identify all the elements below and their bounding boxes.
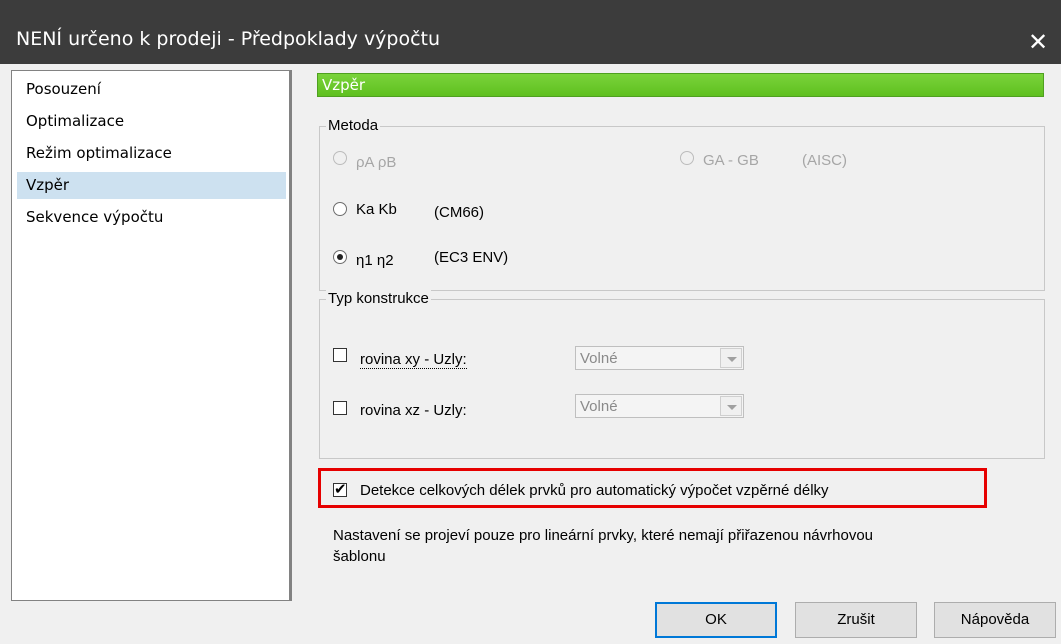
ga-gb-radio[interactable] (680, 151, 694, 165)
note-line-2: šablonu (333, 548, 386, 565)
nav-item-rezim-optimalizace[interactable]: Režim optimalizace (17, 140, 286, 167)
method-group: Metoda (319, 117, 1045, 291)
pa-pb-radio[interactable] (333, 151, 347, 165)
method-legend: Metoda (326, 117, 381, 134)
nav-item-optimalizace[interactable]: Optimalizace (17, 108, 286, 135)
xy-plane-select[interactable]: Volné (575, 346, 744, 370)
xz-plane-label: rovina xz - Uzly: (360, 402, 467, 419)
ka-kb-label: Ka Kb (356, 201, 397, 218)
content-panel: Vzpěr Metoda ρA ρB GA - GB (AISC) Ka Kb … (311, 70, 1059, 601)
note-line-1: Nastavení se projeví pouze pro lineární … (333, 527, 874, 544)
construction-group: Typ konstrukce (319, 290, 1045, 459)
eta-label: η1 η2 (356, 252, 394, 269)
help-button[interactable]: Nápověda (934, 602, 1056, 638)
pa-pb-label: ρA ρB (356, 154, 397, 171)
title-bar: NENÍ určeno k prodeji - Předpoklady výpo… (0, 0, 1061, 64)
section-header: Vzpěr (317, 73, 1044, 97)
chevron-down-icon (720, 396, 742, 416)
nav-item-posouzeni[interactable]: Posouzení (17, 76, 286, 103)
nav-item-vzper[interactable]: Vzpěr (17, 172, 286, 199)
ka-kb-radio[interactable] (333, 202, 347, 216)
nav-item-sekvence-vypoctu[interactable]: Sekvence výpočtu (17, 204, 286, 231)
close-icon[interactable]: ✕ (1015, 20, 1061, 64)
chevron-down-icon (720, 348, 742, 368)
ok-button[interactable]: OK (655, 602, 777, 638)
window-title: NENÍ určeno k prodeji - Předpoklady výpo… (16, 28, 441, 50)
xy-plane-checkbox[interactable] (333, 348, 347, 362)
eta-note: (EC3 ENV) (434, 249, 509, 266)
xz-plane-select[interactable]: Volné (575, 394, 744, 418)
xz-plane-value: Volné (580, 398, 618, 415)
xy-plane-value: Volné (580, 350, 618, 367)
ga-gb-label: GA - GB (703, 152, 759, 169)
settings-nav: Posouzení Optimalizace Režim optimalizac… (11, 70, 292, 601)
cancel-button[interactable]: Zrušit (795, 602, 917, 638)
checkmark-icon: ✔ (334, 480, 347, 498)
detection-label: Detekce celkových délek prvků pro automa… (360, 482, 829, 499)
eta-radio[interactable] (333, 250, 347, 264)
ka-kb-note: (CM66) (434, 204, 485, 221)
xz-plane-checkbox[interactable] (333, 401, 347, 415)
detection-checkbox[interactable]: ✔ (333, 480, 347, 498)
xy-plane-label: rovina xy - Uzly: (360, 351, 467, 369)
ga-gb-note: (AISC) (802, 152, 847, 169)
construction-legend: Typ konstrukce (326, 290, 431, 307)
